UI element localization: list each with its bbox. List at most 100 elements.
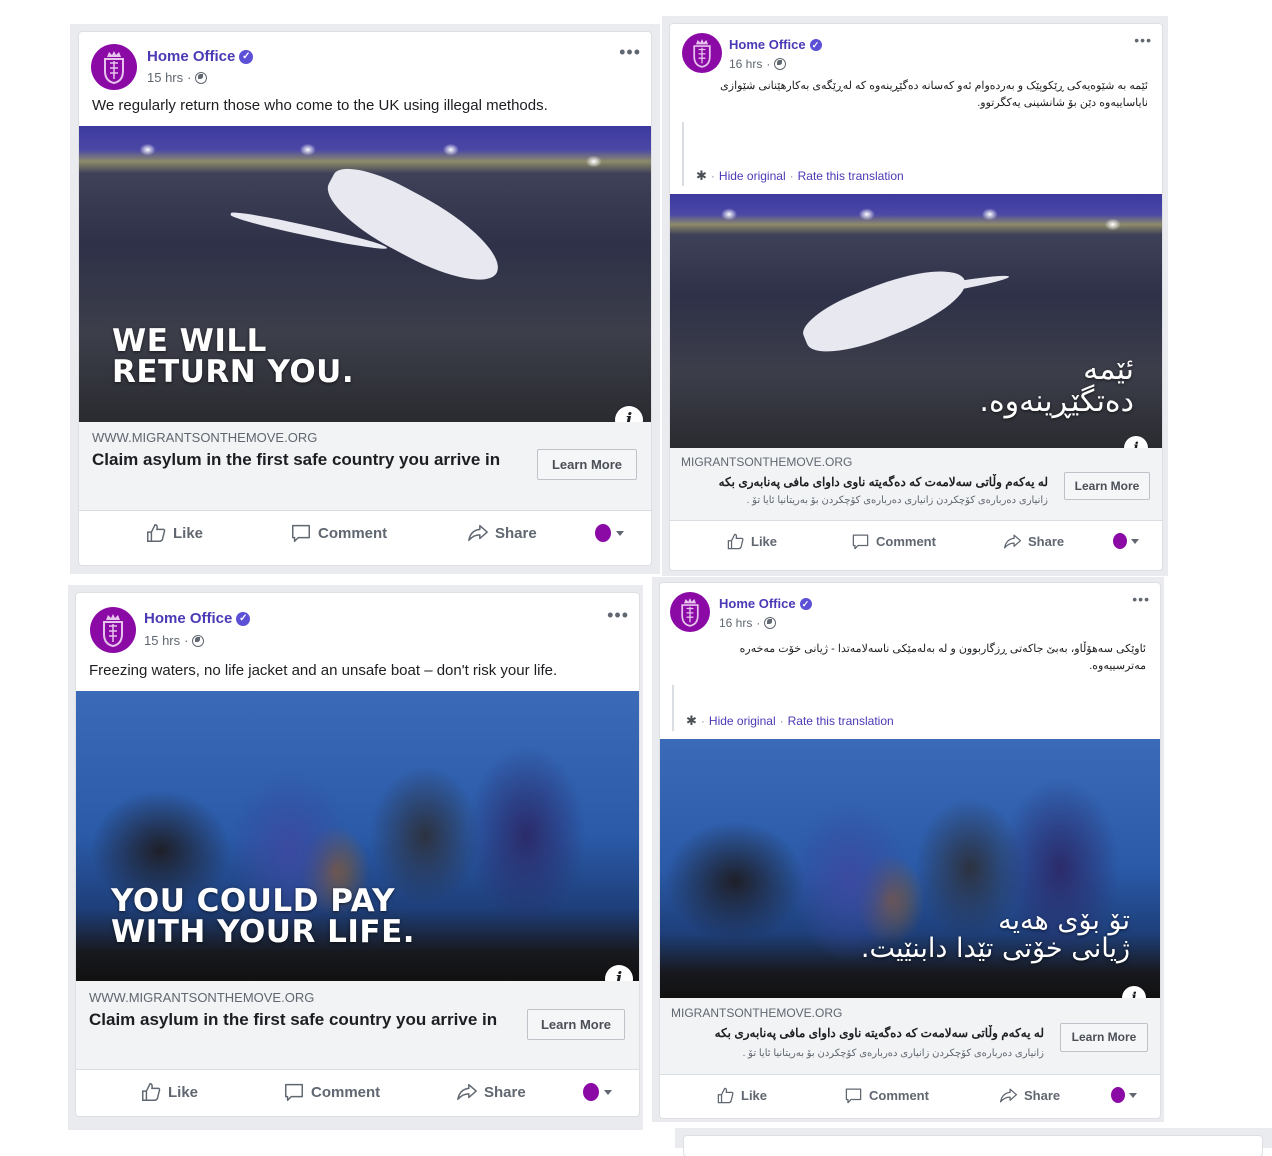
- page-name-link[interactable]: Home Office ✓: [147, 48, 254, 65]
- link-url: MIGRANTSONTHEMOVE.ORG: [681, 455, 853, 469]
- home-office-avatar[interactable]: [91, 44, 137, 90]
- more-options-icon[interactable]: •••: [1134, 32, 1152, 48]
- verified-badge-icon: ✓: [239, 49, 254, 64]
- post-as-selector[interactable]: [1111, 1087, 1137, 1103]
- like-label[interactable]: Like: [751, 534, 777, 549]
- page-name-link[interactable]: Home Office ✓: [719, 596, 812, 611]
- post-actions: Like Comment Share: [76, 1070, 639, 1114]
- image-overlay-text: WE WILL RETURN YOU.: [112, 326, 354, 388]
- comment-button[interactable]: Comment: [290, 522, 387, 544]
- comment-icon: [292, 524, 310, 542]
- home-office-avatar[interactable]: [682, 33, 722, 73]
- share-label[interactable]: Share: [1024, 1088, 1060, 1103]
- link-headline[interactable]: Claim asylum in the first safe country y…: [92, 449, 522, 471]
- ad-image[interactable]: WE WILL RETURN YOU. i: [79, 126, 651, 422]
- gear-icon[interactable]: ✱: [686, 713, 697, 729]
- airplane-shape: [796, 254, 974, 366]
- caret-down-icon: [616, 530, 624, 536]
- page-name-link[interactable]: Home Office ✓: [144, 610, 251, 627]
- globe-icon: [195, 71, 208, 84]
- rate-translation-link[interactable]: Rate this translation: [798, 169, 904, 183]
- globe-icon: [764, 617, 777, 629]
- ad-image[interactable]: تۆ بۆی هەیە ژیانی خۆتی تێدا دابنێیت. i: [660, 739, 1160, 998]
- share-icon: [1003, 534, 1022, 548]
- verified-badge-icon: ✓: [236, 611, 251, 626]
- link-preview[interactable]: WWW.MIGRANTSONTHEMOVE.ORG Claim asylum i…: [79, 422, 651, 511]
- page-avatar-mini: [1113, 533, 1127, 549]
- post-as-selector[interactable]: [1113, 533, 1139, 549]
- like-button[interactable]: Like: [726, 532, 777, 551]
- caret-down-icon: [1129, 1092, 1137, 1098]
- link-headline[interactable]: لە یەکەم وڵاتی سەلامەت کە دەگەیتە ناوی د…: [682, 473, 1048, 491]
- like-button[interactable]: Like: [145, 522, 203, 544]
- link-preview[interactable]: MIGRANTSONTHEMOVE.ORG لە یەکەم وڵاتی سەل…: [670, 448, 1162, 521]
- image-overlay-text: تۆ بۆی هەیە ژیانی خۆتی تێدا دابنێیت.: [861, 906, 1130, 964]
- learn-more-button[interactable]: Learn More: [1064, 472, 1150, 500]
- page-name[interactable]: Home Office: [147, 48, 235, 65]
- home-office-avatar[interactable]: [90, 607, 136, 653]
- post-timestamp[interactable]: 16 hrs ·: [719, 616, 777, 630]
- hide-original-link[interactable]: Hide original: [719, 169, 786, 183]
- comment-button[interactable]: Comment: [844, 1086, 929, 1105]
- hide-original-link[interactable]: Hide original: [709, 714, 776, 728]
- comment-button[interactable]: Comment: [851, 532, 936, 551]
- more-options-icon[interactable]: •••: [1132, 591, 1150, 607]
- like-label[interactable]: Like: [168, 1084, 198, 1101]
- link-preview[interactable]: MIGRANTSONTHEMOVE.ORG لە یەکەم وڵاتی سەل…: [660, 998, 1160, 1075]
- thumbs-up-icon: [717, 1087, 734, 1103]
- more-options-icon[interactable]: •••: [607, 605, 629, 626]
- learn-more-button[interactable]: Learn More: [527, 1009, 625, 1040]
- ad-image[interactable]: YOU COULD PAY WITH YOUR LIFE. i: [76, 691, 639, 981]
- comment-label[interactable]: Comment: [876, 534, 936, 549]
- page-name[interactable]: Home Office: [719, 596, 796, 611]
- timestamp-text[interactable]: 16 hrs: [719, 616, 752, 630]
- overlay-line-2: WITH YOUR LIFE.: [111, 914, 416, 950]
- comment-button[interactable]: Comment: [283, 1081, 380, 1103]
- share-button[interactable]: Share: [999, 1086, 1060, 1105]
- rate-translation-link[interactable]: Rate this translation: [788, 714, 894, 728]
- link-headline[interactable]: لە یەکەم وڵاتی سەلامەت کە دەگەیتە ناوی د…: [674, 1024, 1044, 1042]
- info-icon[interactable]: i: [615, 406, 643, 422]
- share-label[interactable]: Share: [1028, 534, 1064, 549]
- share-button[interactable]: Share: [456, 1081, 526, 1103]
- more-options-icon[interactable]: •••: [619, 42, 641, 63]
- info-icon[interactable]: i: [1122, 986, 1146, 998]
- page-name[interactable]: Home Office: [144, 610, 232, 627]
- post-as-selector[interactable]: [583, 1083, 612, 1101]
- page-name-link[interactable]: Home Office ✓: [729, 37, 822, 52]
- post-timestamp[interactable]: 15 hrs ·: [147, 70, 208, 85]
- like-button[interactable]: Like: [716, 1086, 767, 1105]
- post-card-1: Home Office ✓ 15 hrs · ••• We regularly r…: [79, 32, 651, 565]
- like-label[interactable]: Like: [741, 1088, 767, 1103]
- globe-icon: [192, 634, 205, 647]
- link-preview[interactable]: WWW.MIGRANTSONTHEMOVE.ORG Claim asylum i…: [76, 981, 639, 1070]
- ad-image[interactable]: ئێمە دەتگێڕینەوە. i: [670, 194, 1162, 448]
- timestamp-text[interactable]: 16 hrs: [729, 57, 762, 71]
- page-name[interactable]: Home Office: [729, 37, 806, 52]
- post-as-selector[interactable]: [595, 524, 624, 542]
- link-url: WWW.MIGRANTSONTHEMOVE.ORG: [89, 990, 315, 1005]
- post-text-kurdish: ئاوێکی سەهۆڵاو، بەبێ جاکەتی ڕزگاربوون و …: [739, 643, 1146, 672]
- post-timestamp[interactable]: 15 hrs ·: [144, 633, 205, 648]
- share-label[interactable]: Share: [495, 525, 537, 542]
- link-headline[interactable]: Claim asylum in the first safe country y…: [89, 1009, 509, 1031]
- overlay-line-1: ئێمە: [1083, 352, 1134, 387]
- home-office-avatar[interactable]: [670, 592, 710, 632]
- comment-label[interactable]: Comment: [311, 1084, 380, 1101]
- share-button[interactable]: Share: [1003, 532, 1064, 551]
- timestamp-text[interactable]: 15 hrs: [144, 633, 180, 648]
- timestamp-text[interactable]: 15 hrs: [147, 70, 183, 85]
- like-button[interactable]: Like: [140, 1081, 198, 1103]
- learn-more-button[interactable]: Learn More: [1060, 1023, 1148, 1052]
- share-label[interactable]: Share: [484, 1084, 526, 1101]
- info-icon[interactable]: i: [1124, 436, 1148, 448]
- like-label[interactable]: Like: [173, 525, 203, 542]
- post-timestamp[interactable]: 16 hrs ·: [729, 57, 787, 71]
- info-icon[interactable]: i: [605, 965, 633, 981]
- comment-label[interactable]: Comment: [318, 525, 387, 542]
- share-button[interactable]: Share: [467, 522, 537, 544]
- gear-icon[interactable]: ✱: [696, 168, 707, 184]
- comment-label[interactable]: Comment: [869, 1088, 929, 1103]
- image-overlay-text: YOU COULD PAY WITH YOUR LIFE.: [111, 886, 415, 948]
- learn-more-button[interactable]: Learn More: [537, 449, 637, 480]
